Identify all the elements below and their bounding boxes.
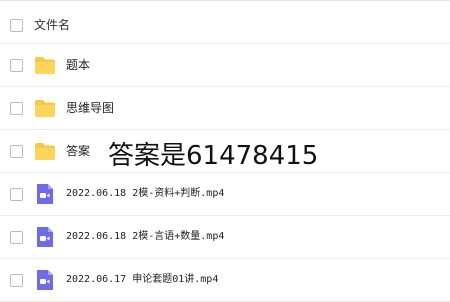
file-name: 答案 <box>66 144 91 158</box>
folder-icon <box>34 140 56 162</box>
file-name: 2022.06.17 申论套题01讲.mp4 <box>66 274 219 285</box>
folder-icon <box>34 54 56 76</box>
list-item[interactable]: 思维导图 <box>0 87 450 130</box>
file-list-header: 文件名 <box>0 6 450 44</box>
select-all-checkbox[interactable] <box>10 18 23 32</box>
file-name: 2022.06.18 2模-言语+数量.mp4 <box>66 231 225 242</box>
list-item[interactable]: 题本 <box>0 44 450 87</box>
column-header-filename[interactable]: 文件名 <box>34 17 70 33</box>
video-file-icon <box>34 226 56 248</box>
file-name: 思维导图 <box>66 101 115 115</box>
list-item[interactable]: 2022.06.18 2模-言语+数量.mp4 <box>0 216 450 259</box>
answer-overlay-text: 答案是61478415 <box>108 140 319 172</box>
row-checkbox[interactable] <box>10 231 23 244</box>
row-checkbox[interactable] <box>10 145 23 158</box>
row-checkbox[interactable] <box>10 274 23 287</box>
video-file-icon <box>34 183 56 205</box>
folder-icon <box>34 97 56 119</box>
list-item[interactable]: 2022.06.18 2模-资料+判断.mp4 <box>0 173 450 216</box>
file-name: 题本 <box>66 58 91 72</box>
row-checkbox[interactable] <box>10 59 23 72</box>
file-name: 2022.06.18 2模-资料+判断.mp4 <box>66 188 225 199</box>
row-checkbox[interactable] <box>10 102 23 115</box>
list-item[interactable]: 2022.06.17 申论套题01讲.mp4 <box>0 259 450 302</box>
row-checkbox[interactable] <box>10 188 23 201</box>
video-file-icon <box>34 269 56 291</box>
